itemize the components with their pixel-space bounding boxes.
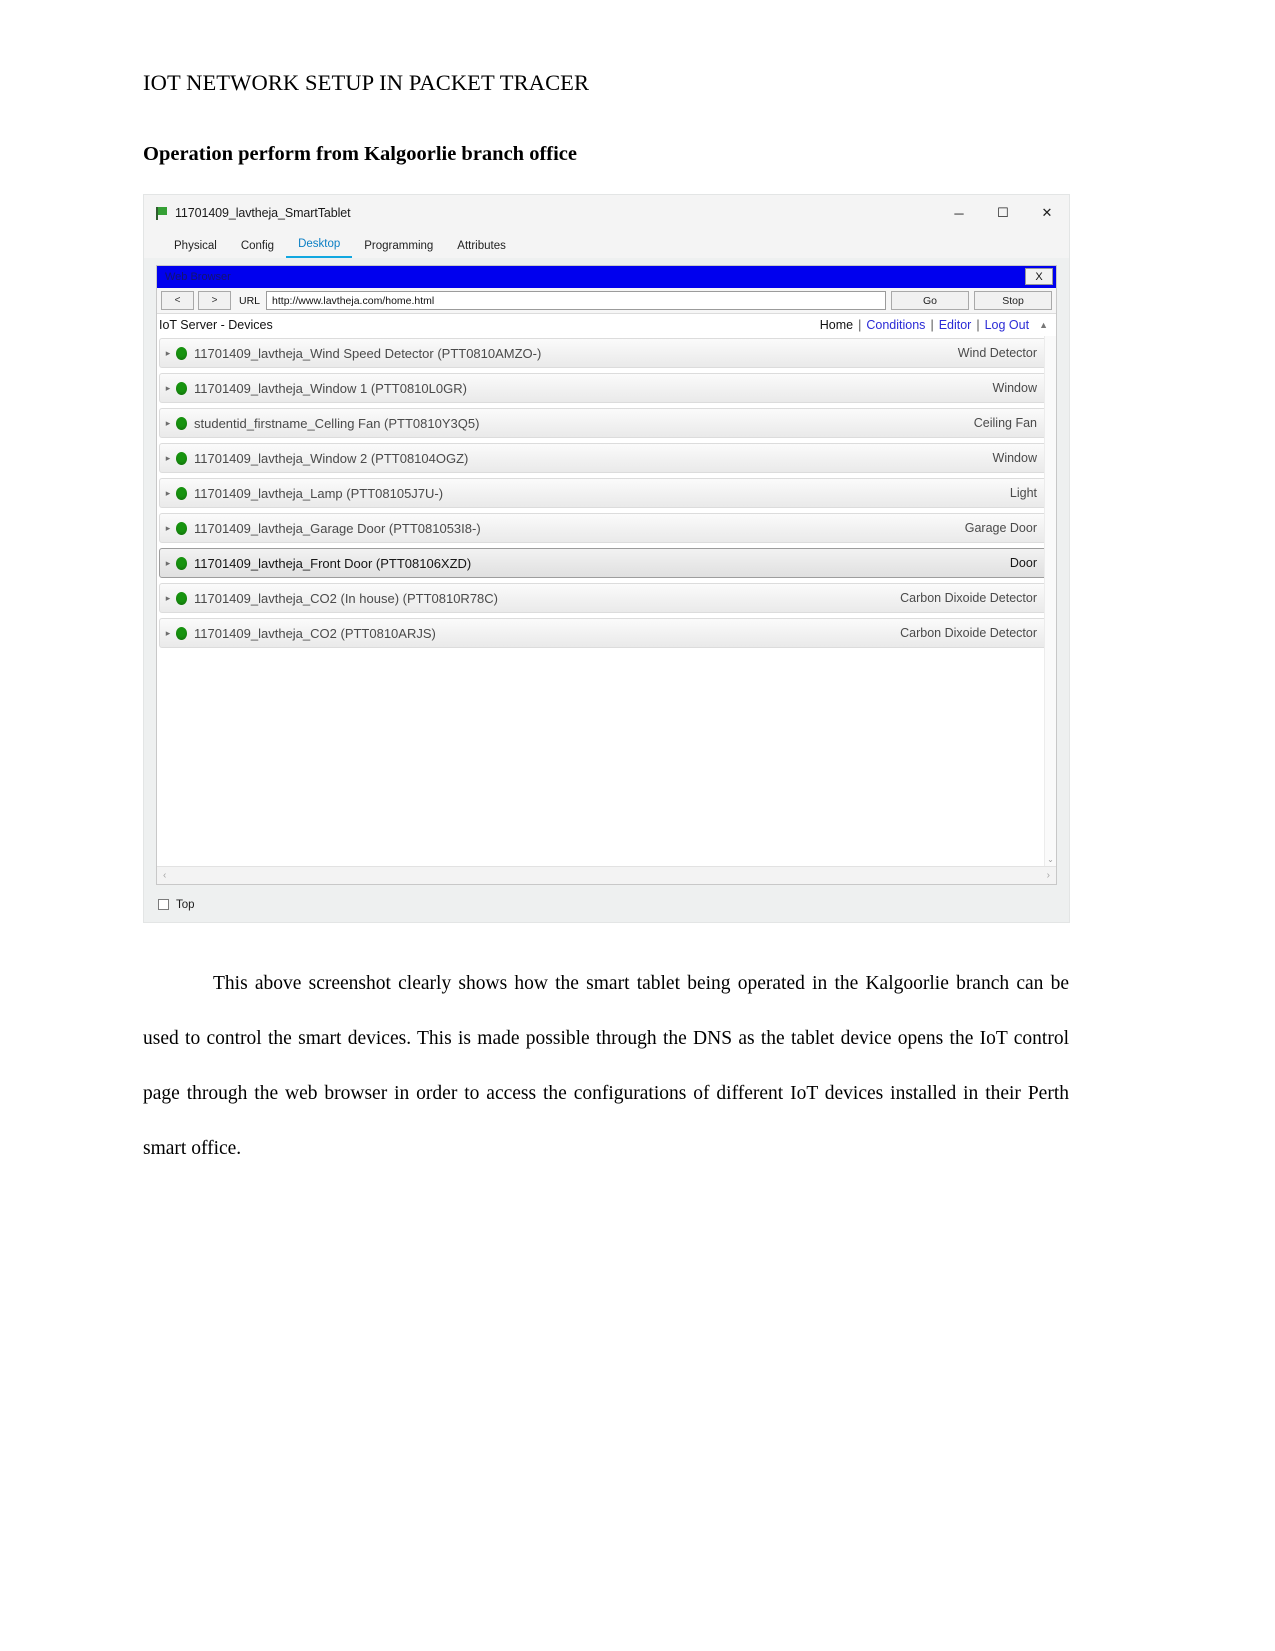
url-label: URL (239, 294, 261, 307)
iot-nav: Home | Conditions | Editor | Log Out ▲ (820, 318, 1048, 332)
chevron-right-icon[interactable]: ▸ (160, 593, 176, 604)
embedded-screenshot: 11701409_lavtheja_SmartTablet ─ ☐ ✕ Phys… (143, 194, 1070, 923)
maximize-icon[interactable]: ☐ (981, 195, 1025, 231)
table-row[interactable]: ▸ 11701409_lavtheja_Lamp (PTT08105J7U-) … (159, 478, 1048, 508)
status-indicator-icon (176, 521, 187, 535)
status-indicator-icon (176, 346, 187, 360)
chevron-right-icon[interactable]: ▸ (160, 453, 176, 464)
status-indicator-icon (176, 486, 187, 500)
status-indicator-icon (176, 381, 187, 395)
tab-programming[interactable]: Programming (352, 240, 445, 258)
nav-separator-1: | (858, 318, 862, 332)
device-type: Carbon Dixoide Detector (900, 591, 1037, 605)
tab-physical[interactable]: Physical (162, 240, 229, 258)
status-indicator-icon (176, 451, 187, 465)
device-type: Window (992, 451, 1037, 465)
chevron-right-icon[interactable]: ▸ (160, 383, 176, 394)
table-row-selected[interactable]: ▸ 11701409_lavtheja_Front Door (PTT08106… (159, 548, 1048, 578)
status-indicator-icon (176, 591, 187, 605)
back-button[interactable]: < (161, 291, 194, 310)
nav-conditions[interactable]: Conditions (866, 318, 925, 332)
device-name: 11701409_lavtheja_CO2 (In house) (PTT081… (194, 590, 498, 606)
device-type: Window (992, 381, 1037, 395)
nav-editor[interactable]: Editor (939, 318, 972, 332)
chevron-right-icon[interactable]: ▸ (160, 558, 176, 569)
stop-button[interactable]: Stop (974, 291, 1052, 310)
table-row[interactable]: ▸ 11701409_lavtheja_CO2 (PTT0810ARJS) Ca… (159, 618, 1048, 648)
status-indicator-icon (176, 416, 187, 430)
browser-title-bar: Web Browser X (157, 266, 1056, 288)
status-indicator-icon (176, 556, 187, 570)
chevron-up-icon: ▲ (1039, 320, 1048, 330)
chevron-right-icon[interactable]: ▸ (160, 488, 176, 499)
window-controls: ─ ☐ ✕ (937, 195, 1069, 231)
chevron-right-icon[interactable]: ▸ (160, 418, 176, 429)
table-row[interactable]: ▸ 11701409_lavtheja_Window 2 (PTT08104OG… (159, 443, 1048, 473)
browser-title: Web Browser (165, 271, 231, 283)
device-name: 11701409_lavtheja_Window 2 (PTT08104OGZ) (194, 450, 469, 466)
nav-home[interactable]: Home (820, 318, 853, 332)
chevron-right-icon[interactable]: ▸ (160, 348, 176, 359)
scroll-right-icon[interactable]: › (1047, 870, 1050, 881)
device-type: Light (1009, 486, 1037, 500)
iot-page-title: IoT Server - Devices (159, 318, 273, 332)
chevron-right-icon[interactable]: ▸ (160, 523, 176, 534)
device-name: 11701409_lavtheja_Front Door (PTT08106XZ… (194, 555, 472, 571)
minimize-icon[interactable]: ─ (937, 195, 981, 231)
top-checkbox[interactable] (158, 899, 169, 910)
nav-separator-3: | (976, 318, 980, 332)
device-name: 11701409_lavtheja_Window 1 (PTT0810L0GR) (194, 380, 467, 396)
nav-log-out[interactable]: Log Out (985, 318, 1029, 332)
close-icon[interactable]: ✕ (1025, 195, 1069, 231)
section-heading: Operation perform from Kalgoorlie branch… (143, 143, 578, 165)
table-row[interactable]: ▸ 11701409_lavtheja_CO2 (In house) (PTT0… (159, 583, 1048, 613)
browser-toolbar: < > URL http://www.lavtheja.com/home.htm… (157, 288, 1056, 314)
device-name: 11701409_lavtheja_CO2 (PTT0810ARJS) (194, 625, 436, 641)
table-row[interactable]: ▸ 11701409_lavtheja_Window 1 (PTT0810L0G… (159, 373, 1048, 403)
device-tab-bar: Physical Config Desktop Programming Attr… (144, 231, 1069, 258)
device-name: 11701409_lavtheja_Garage Door (PTT081053… (194, 520, 481, 536)
top-checkbox-label: Top (176, 898, 195, 911)
go-button[interactable]: Go (891, 291, 969, 310)
device-type: Ceiling Fan (973, 416, 1037, 430)
browser-page-content: IoT Server - Devices Home | Conditions |… (157, 314, 1056, 884)
page-title: IOT NETWORK SETUP IN PACKET TRACER (143, 70, 590, 95)
window-bottom-bar: Top (144, 887, 1069, 922)
url-input[interactable]: http://www.lavtheja.com/home.html (266, 291, 886, 310)
status-indicator-icon (176, 626, 187, 640)
scroll-down-icon[interactable]: ⌄ (1045, 855, 1056, 864)
device-name: 11701409_lavtheja_Wind Speed Detector (P… (194, 345, 542, 361)
table-row[interactable]: ▸ studentid_firstname_Celling Fan (PTT08… (159, 408, 1048, 438)
iot-header: IoT Server - Devices Home | Conditions |… (157, 314, 1056, 336)
table-row[interactable]: ▸ 11701409_lavtheja_Garage Door (PTT0810… (159, 513, 1048, 543)
tab-desktop[interactable]: Desktop (286, 238, 353, 258)
tab-config[interactable]: Config (229, 240, 286, 258)
body-paragraph: This above screenshot clearly shows how … (143, 973, 1069, 1159)
device-list: ▸ 11701409_lavtheja_Wind Speed Detector … (157, 336, 1056, 648)
window-title-bar: 11701409_lavtheja_SmartTablet ─ ☐ ✕ (144, 195, 1069, 231)
device-type: Door (1009, 556, 1037, 570)
tab-attributes[interactable]: Attributes (445, 240, 518, 258)
device-type: Wind Detector (957, 346, 1037, 360)
packet-tracer-flag-icon (155, 206, 168, 220)
device-name: 11701409_lavtheja_Lamp (PTT08105J7U-) (194, 485, 444, 501)
nav-separator-2: | (930, 318, 934, 332)
device-name: studentid_firstname_Celling Fan (PTT0810… (194, 415, 480, 431)
horizontal-scrollbar[interactable]: ‹ › (157, 866, 1056, 884)
table-row[interactable]: ▸ 11701409_lavtheja_Wind Speed Detector … (159, 338, 1048, 368)
device-type: Carbon Dixoide Detector (900, 626, 1037, 640)
scroll-left-icon[interactable]: ‹ (163, 870, 166, 881)
document-page: IOT NETWORK SETUP IN PACKET TRACER Opera… (0, 0, 1275, 1651)
forward-button[interactable]: > (198, 291, 231, 310)
browser-close-button[interactable]: X (1025, 268, 1053, 285)
window-title: 11701409_lavtheja_SmartTablet (175, 206, 351, 220)
device-type: Garage Door (964, 521, 1037, 535)
vertical-scrollbar[interactable]: ⌄ (1044, 336, 1056, 866)
web-browser-window: Web Browser X < > URL http://www.lavthej… (156, 265, 1057, 885)
chevron-right-icon[interactable]: ▸ (160, 628, 176, 639)
